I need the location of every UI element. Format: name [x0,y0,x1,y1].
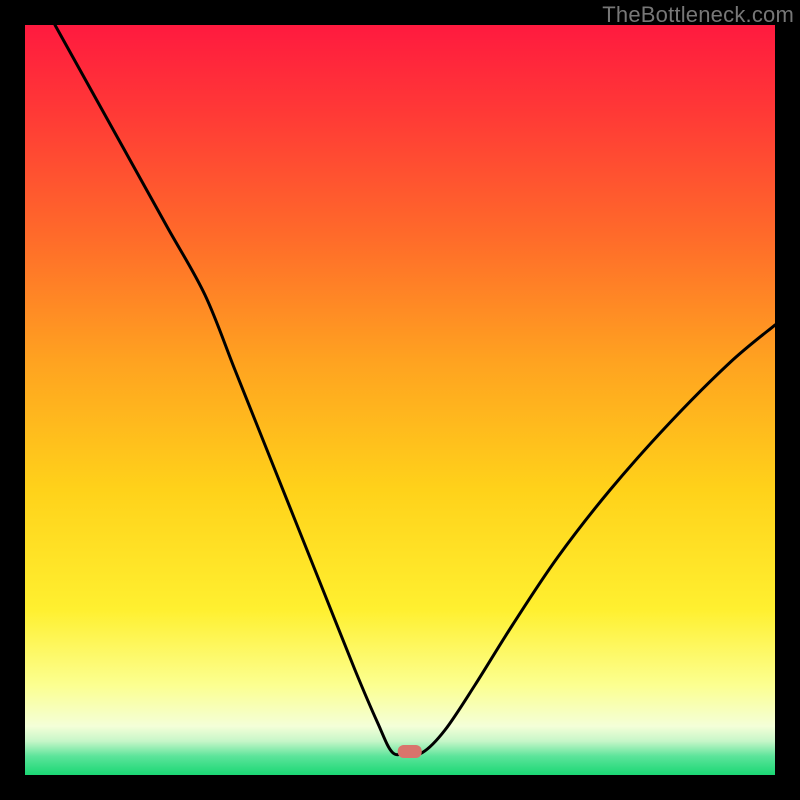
plot-area [25,25,775,775]
gradient-background [25,25,775,775]
chart-stage: TheBottleneck.com [0,0,800,800]
valley-marker [398,745,422,758]
plot-svg [25,25,775,775]
